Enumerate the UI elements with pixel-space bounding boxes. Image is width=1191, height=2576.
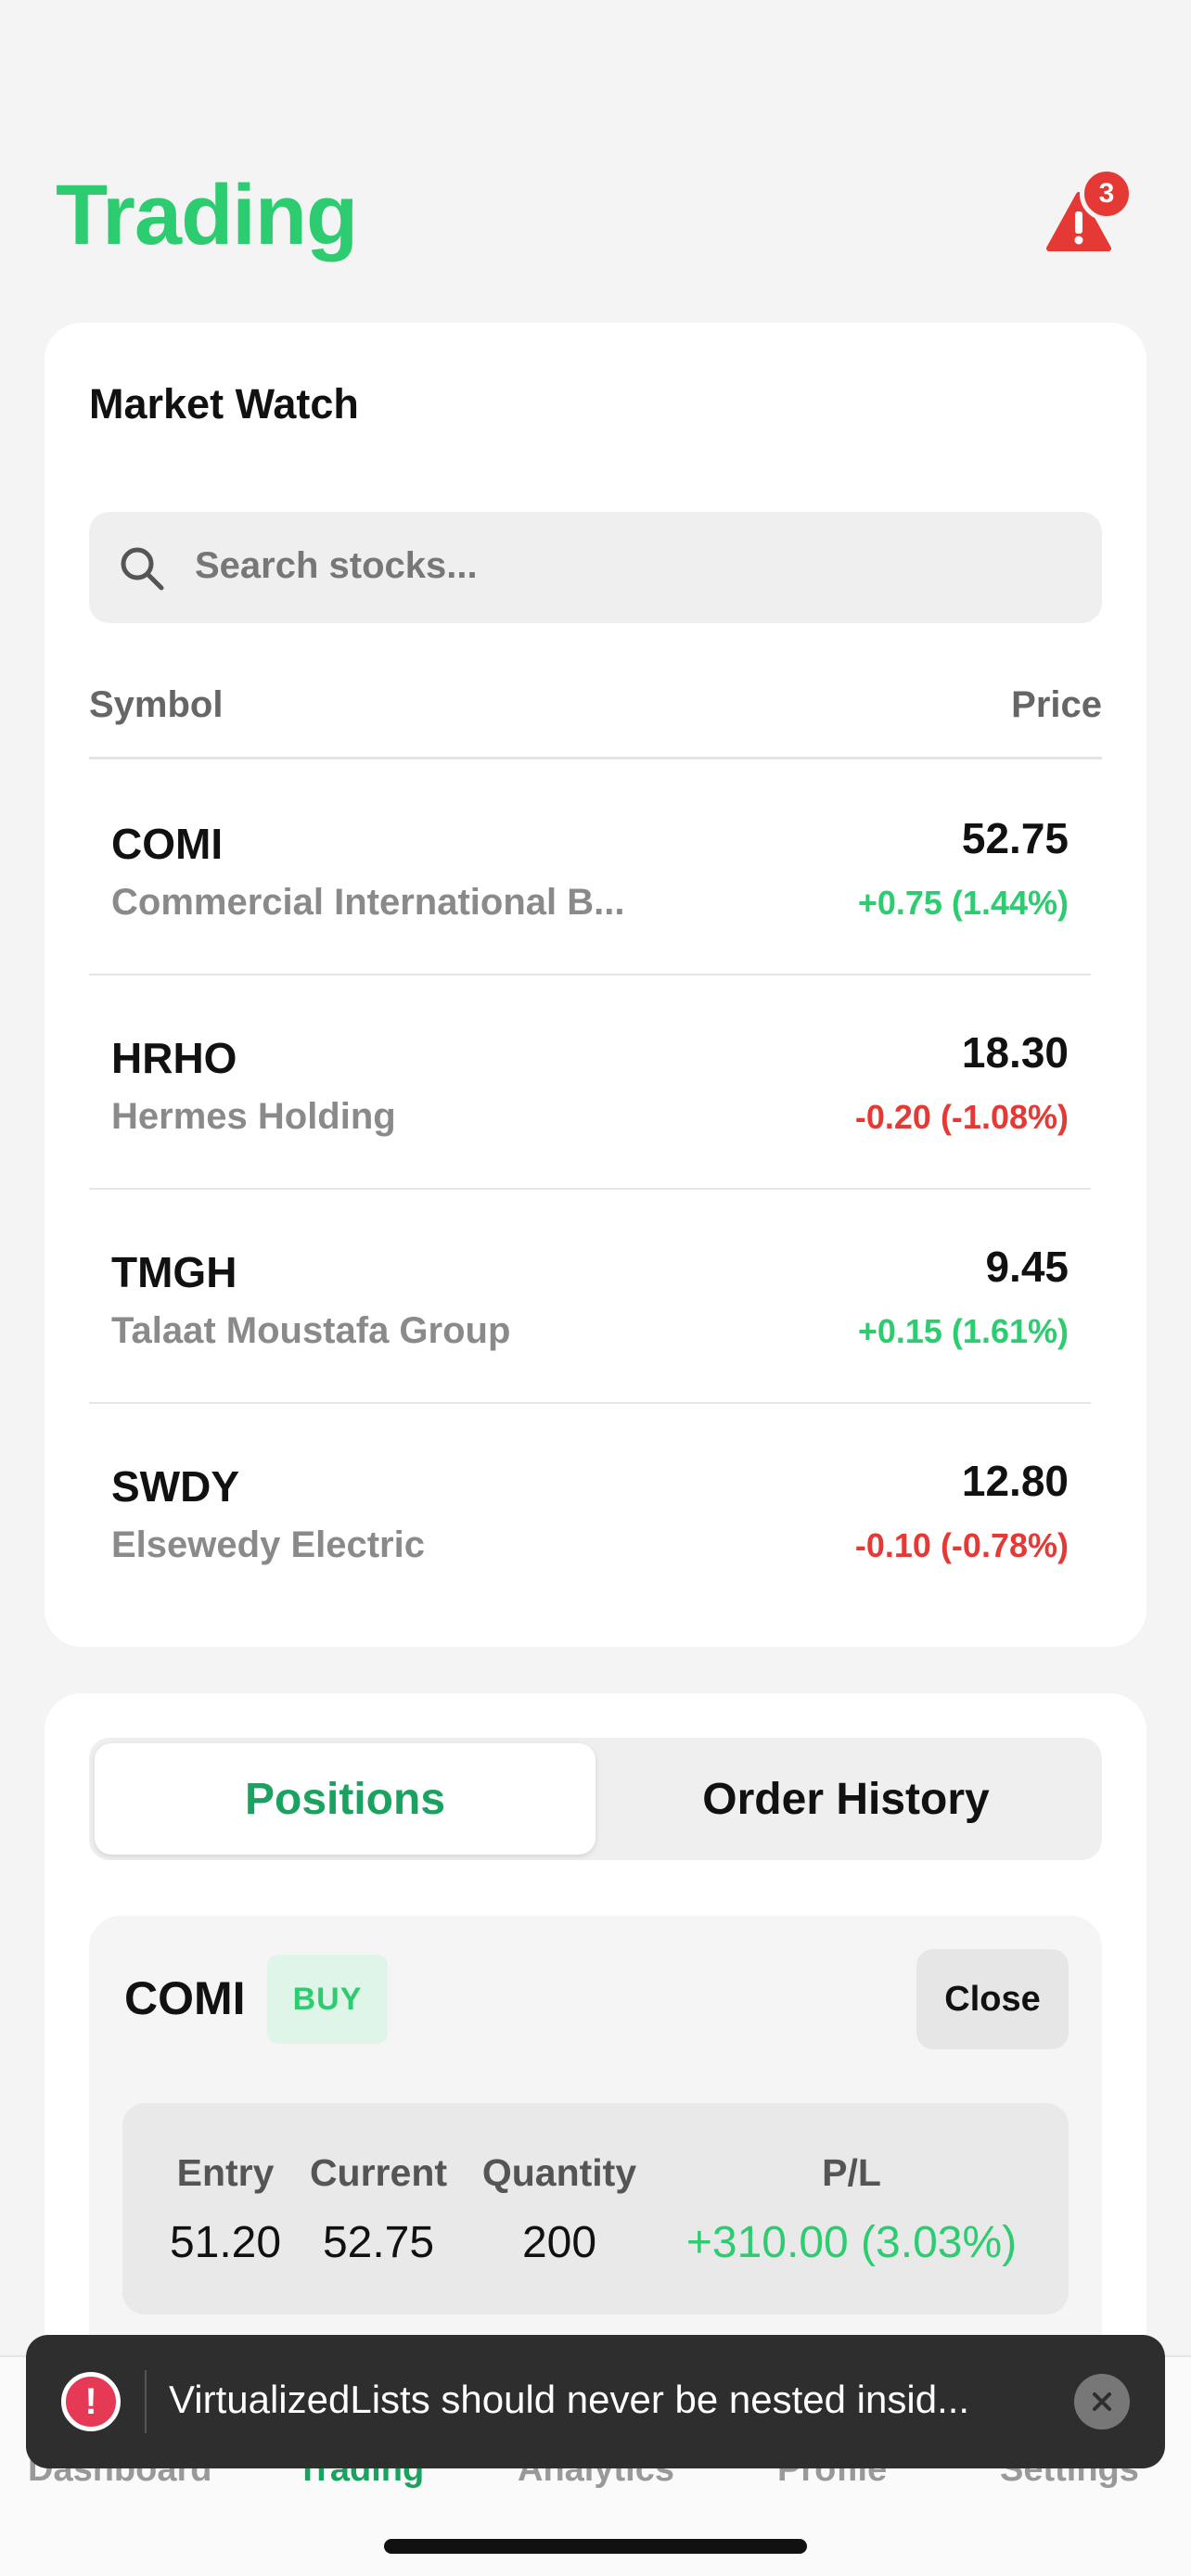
stat-entry-label: Entry	[176, 2151, 275, 2194]
stat-pl-value: +310.00 (3.03%)	[685, 2218, 1018, 2267]
position-symbol: COMI	[124, 1972, 246, 2024]
positions-segmented-control: Positions Order History	[89, 1738, 1102, 1860]
stock-row-hrho[interactable]: HRHO Hermes Holding 18.30 -0.20 (-1.08%)	[89, 976, 1091, 1190]
search-input[interactable]: Search stocks...	[89, 512, 1102, 623]
stock-change: +0.15 (1.61%)	[857, 1312, 1069, 1350]
stat-quantity-label: Quantity	[481, 2151, 637, 2194]
stat-pl-label: P/L	[822, 2151, 881, 2194]
stat-quantity-value: 200	[521, 2218, 597, 2267]
side-badge: BUY	[267, 1955, 388, 2044]
header-divider	[89, 757, 1102, 759]
stat-current-value: 52.75	[322, 2218, 435, 2267]
stat-pl: P/L +310.00 (3.03%)	[666, 2151, 1037, 2268]
market-watch-title: Market Watch	[89, 380, 359, 427]
search-icon	[121, 547, 164, 591]
error-icon: !	[61, 2372, 121, 2431]
stock-name: Talaat Moustafa Group	[111, 1310, 511, 1351]
stock-name: Hermes Holding	[111, 1096, 396, 1137]
tab-positions[interactable]: Positions	[95, 1743, 596, 1855]
stock-price: 52.75	[961, 814, 1069, 862]
stock-row-tmgh[interactable]: TMGH Talaat Moustafa Group 9.45 +0.15 (1…	[89, 1190, 1091, 1404]
stock-change: -0.20 (-1.08%)	[854, 1098, 1069, 1136]
stock-symbol: SWDY	[111, 1462, 239, 1511]
stock-change: +0.75 (1.44%)	[857, 884, 1069, 922]
close-icon[interactable]	[1074, 2374, 1130, 2429]
home-indicator	[384, 2539, 807, 2554]
column-header-symbol: Symbol	[89, 684, 224, 725]
stat-current-label: Current	[309, 2151, 448, 2194]
tab-order-history[interactable]: Order History	[596, 1743, 1096, 1855]
page-title: Trading	[56, 168, 358, 262]
stat-current: Current 52.75	[304, 2151, 453, 2268]
error-toast[interactable]: ! VirtualizedLists should never be neste…	[26, 2335, 1165, 2468]
stock-price: 9.45	[985, 1243, 1069, 1291]
market-watch-card: Market Watch Search stocks... Symbol Pri…	[45, 323, 1146, 1647]
stock-symbol: TMGH	[111, 1248, 237, 1296]
stock-price: 18.30	[961, 1028, 1069, 1077]
search-placeholder: Search stocks...	[195, 545, 478, 586]
stock-name: Elsewedy Electric	[111, 1524, 425, 1565]
stat-entry-value: 51.20	[169, 2218, 282, 2267]
stock-change: -0.10 (-0.78%)	[854, 1526, 1069, 1564]
stat-quantity: Quantity 200	[471, 2151, 647, 2268]
column-header-price: Price	[1011, 684, 1102, 725]
toast-divider	[145, 2370, 147, 2433]
position-stats: Entry 51.20 Current 52.75 Quantity 200 P…	[122, 2103, 1069, 2315]
alert-count-badge: 3	[1080, 167, 1133, 221]
stock-row-swdy[interactable]: SWDY Elsewedy Electric 12.80 -0.10 (-0.7…	[89, 1404, 1091, 1618]
stat-entry: Entry 51.20	[165, 2151, 286, 2268]
stock-symbol: HRHO	[111, 1034, 237, 1082]
stock-name: Commercial International B...	[111, 882, 625, 923]
stock-row-comi[interactable]: COMI Commercial International B... 52.75…	[89, 761, 1091, 976]
stock-symbol: COMI	[111, 820, 224, 868]
stock-price: 12.80	[961, 1457, 1069, 1505]
trading-screen: Trading 3 Market Watch Search stocks... …	[0, 0, 1191, 2576]
close-position-button[interactable]: Close	[916, 1949, 1069, 2049]
toast-message: VirtualizedLists should never be nested …	[169, 2378, 970, 2421]
